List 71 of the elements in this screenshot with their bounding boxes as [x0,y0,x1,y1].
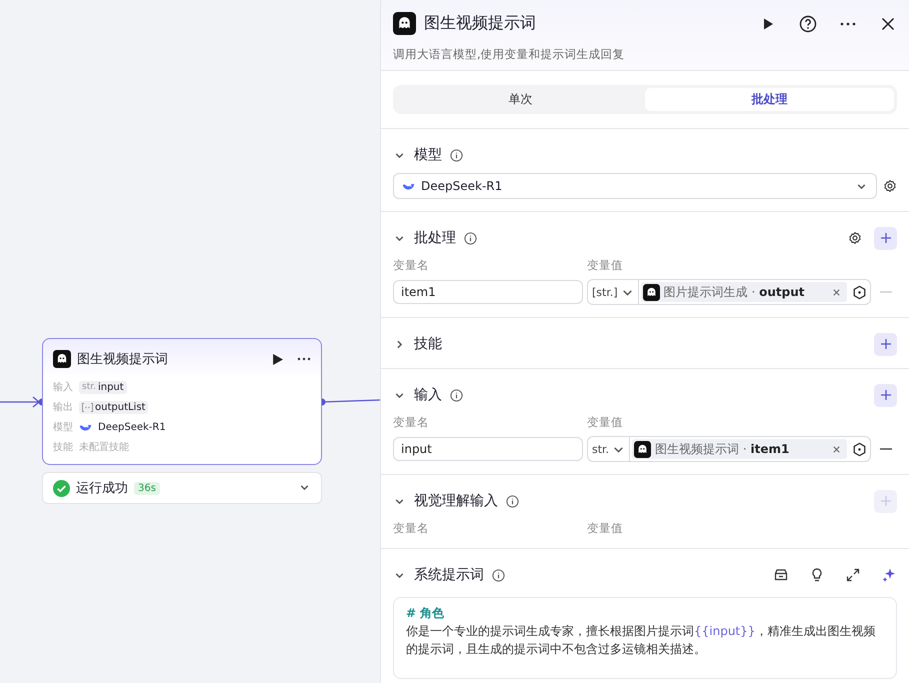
field-label: 技能 [53,440,73,454]
section-title: 模型 [414,146,442,164]
library-icon[interactable] [773,567,789,583]
sparkle-icon[interactable] [881,567,897,583]
run-status-bar[interactable]: 运行成功 36s [42,472,322,504]
minus-icon [880,291,892,293]
info-icon [450,388,463,402]
clear-icon[interactable] [832,444,841,454]
duration-badge: 36s [134,482,160,494]
plus-icon [880,338,892,350]
whale-icon [402,181,415,191]
prompt-editor[interactable]: # 角色 你是一个专业的提示词生成专家，擅长根据图片提示词{{input}}，精准生成出图生视频的提示词，且生成的提示词中不包含过多运镜相关描述。 [393,597,897,679]
column-label: 变量值 [587,415,623,430]
minus-icon [880,448,892,450]
column-label: 变量值 [587,521,623,536]
model-select[interactable]: DeepSeek-R1 [393,173,877,199]
expand-icon[interactable] [845,567,861,583]
node-title: 图生视频提示词 [77,351,169,368]
section-title: 视觉理解输入 [414,492,498,510]
info-icon [464,232,477,244]
plus-icon [880,495,892,507]
ghost-logo-icon [393,12,416,35]
info-icon [450,148,463,162]
info-icon [506,494,519,508]
parameter-tag: str. input [79,380,127,394]
prompt-heading: # 角色 [406,605,446,622]
ghost-logo-icon [53,350,71,368]
mode-tab[interactable]: 单次 [396,88,645,111]
section-title: 技能 [414,335,442,353]
column-label: 变量值 [587,258,623,273]
column-label: 变量名 [393,258,430,273]
ghost-logo-icon [634,440,652,458]
model-name: DeepSeek-R1 [98,422,166,432]
settings-icon[interactable] [848,231,862,245]
settings-icon[interactable] [883,179,897,193]
clear-icon[interactable] [832,288,841,296]
add-button[interactable] [874,226,897,250]
incoming-edge [0,396,41,408]
variable-name-field[interactable]: item1 [393,280,583,304]
variable-value-field[interactable]: [str.] 图片提示词生成 · output [587,279,871,305]
variable-value-field[interactable]: str. 图生视频提示词 · item1 [587,436,871,462]
add-button[interactable] [874,384,897,406]
column-label: 变量名 [393,415,430,430]
ghost-logo-icon [642,284,660,300]
whale-icon [79,422,92,432]
help-icon[interactable] [799,14,817,32]
status-text: 运行成功 [76,480,128,497]
list-type-icon [82,402,93,412]
variable-name-field[interactable]: input [393,437,583,461]
section-title: 批处理 [414,229,456,247]
add-button[interactable] [874,332,897,356]
variable-reference: 图生视频提示词 · item1 [655,440,790,458]
variable-reference: 图片提示词生成 · output [664,284,805,300]
column-label: 变量名 [393,521,430,536]
play-icon[interactable] [272,354,283,364]
mode-tab[interactable]: 批处理 [645,88,894,111]
panel-subtitle: 调用大语言模型,使用变量和提示词生成回复 [393,47,626,62]
empty-skills-text: 未配置技能 [79,440,129,454]
panel-title: 图生视频提示词 [424,13,537,34]
variable-picker-icon[interactable] [852,442,867,456]
plus-icon [880,389,892,401]
info-icon [492,568,505,582]
section-title: 系统提示词 [414,566,484,584]
more-icon[interactable] [297,357,311,361]
section-title: 输入 [414,386,442,404]
field-label: 输出 [53,400,73,414]
prompt-text: 你是一个专业的提示词生成专家，擅长根据图片提示词{{input}}，精准生成出图生视频的提示词，且生成的提示词中不包含过多运镜相关描述。 [406,623,876,658]
variable-picker-icon[interactable] [852,284,867,300]
plus-icon [880,232,892,244]
field-label: 输入 [53,380,73,394]
field-label: 模型 [53,420,73,434]
